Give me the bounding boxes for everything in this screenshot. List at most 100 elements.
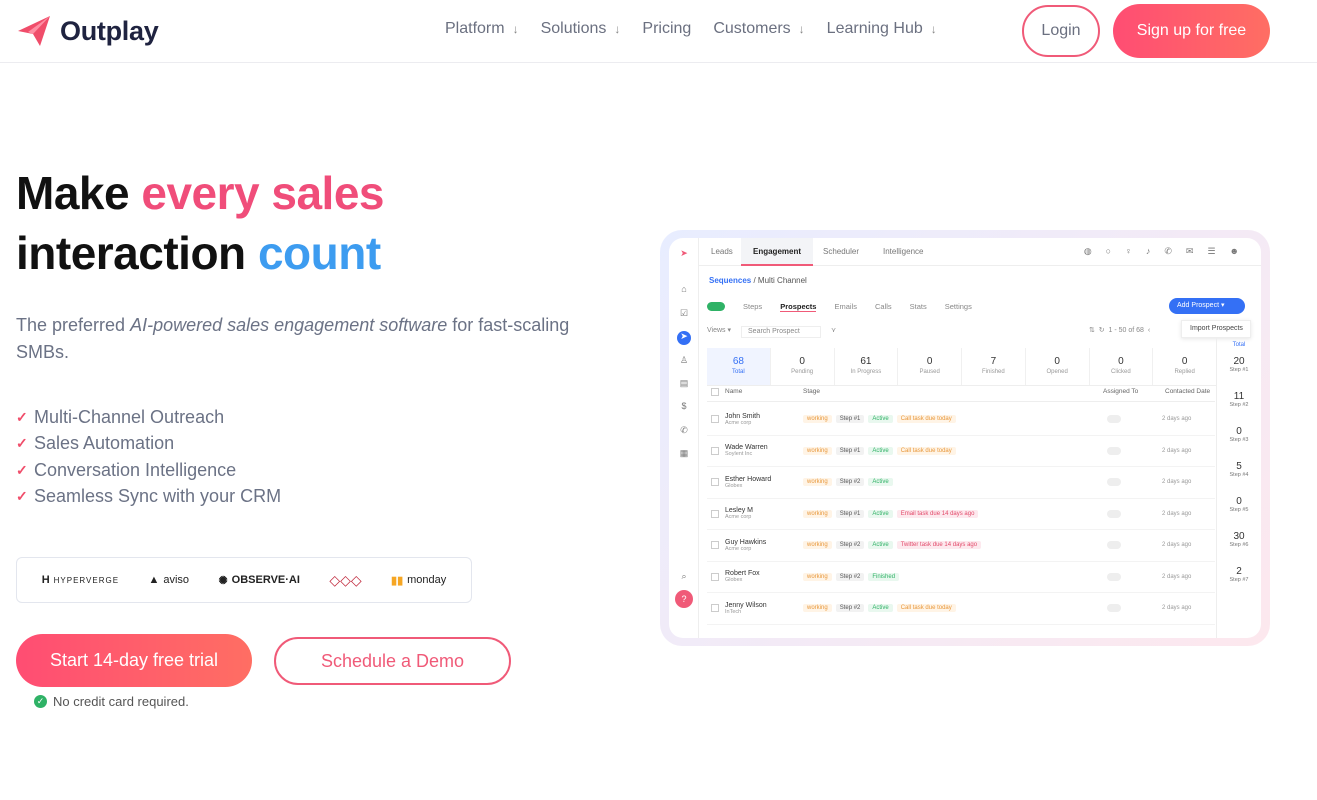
person-icon: ♙ xyxy=(679,355,689,365)
stat-value: 0 xyxy=(1118,356,1124,367)
header-contacted: Contacted Date xyxy=(1165,388,1211,395)
prospect-name: Esther Howard xyxy=(725,475,772,483)
task-tag: Call task due today xyxy=(896,415,956,424)
subtab-emails: Emails xyxy=(834,302,857,311)
nav-platform[interactable]: Platform ↓ xyxy=(445,20,519,38)
stat-label: Total xyxy=(732,369,745,375)
task-tag: Call task due today xyxy=(896,604,956,613)
prospect-company: Acme corp xyxy=(725,545,752,552)
views-dropdown: Views ▾ xyxy=(707,327,732,334)
contacted-date: 2 days ago xyxy=(1162,573,1192,580)
nav-customers[interactable]: Customers ↓ xyxy=(713,20,804,38)
prospect-name: Guy Hawkins xyxy=(725,538,767,546)
stat-finished: 7 Finished xyxy=(962,348,1026,385)
top-nav: Outplay Platform ↓ Solutions ↓ Pricing Cus… xyxy=(0,0,1317,63)
step-label: Step #1 xyxy=(1229,367,1249,373)
add-prospect-label: Add Prospect xyxy=(1177,302,1220,309)
status-tag: Active xyxy=(868,541,893,550)
table-header: Name Stage Assigned To Contacted Date xyxy=(707,388,1215,402)
contacted-date: 2 days ago xyxy=(1162,416,1192,423)
nav-link-label: Platform xyxy=(445,20,505,37)
views-label: Views xyxy=(707,327,726,334)
assignee-avatar xyxy=(1107,572,1121,581)
filter-icon: ⋎ xyxy=(831,327,837,334)
nav-links: Platform ↓ Solutions ↓ Pricing Customers ↓ … xyxy=(445,20,937,38)
table-row: Robert Fox Globex working Step #2 Finished 2 … xyxy=(707,562,1215,593)
prospect-name-cell: John Smith Acme corp xyxy=(725,413,803,426)
status-tag: Active xyxy=(868,478,893,487)
paper-plane-icon xyxy=(18,16,50,46)
stage-tag: working xyxy=(803,446,832,455)
prospect-name: Lesley M xyxy=(725,507,754,515)
prospect-name-cell: Wade Warren Soylent Inc xyxy=(725,444,803,457)
step-count: 30 Step #6 xyxy=(1217,527,1261,562)
row-checkbox xyxy=(711,446,719,455)
nav-solutions[interactable]: Solutions ↓ xyxy=(541,20,621,38)
app-tab-leads: Leads xyxy=(711,247,733,256)
stage-tag: working xyxy=(803,478,832,487)
monday-logo: ▮▮ monday xyxy=(391,574,446,587)
row-checkbox xyxy=(711,604,719,613)
nav-learning-hub[interactable]: Learning Hub ↓ xyxy=(827,20,937,38)
breadcrumb-leaf: Multi Channel xyxy=(757,276,807,285)
prospect-name: John Smith xyxy=(725,412,761,420)
sequences-icon: ➤ xyxy=(677,331,691,345)
login-button[interactable]: Login xyxy=(1022,5,1100,57)
topbar-icons: ◍○♀♪✆✉☰☻ xyxy=(1083,246,1253,256)
nav-pricing[interactable]: Pricing xyxy=(642,20,691,38)
step-value: 0 xyxy=(1236,496,1242,507)
signup-button[interactable]: Sign up for free xyxy=(1113,4,1270,58)
stat-label: Clicked xyxy=(1111,369,1131,375)
schedule-demo-button[interactable]: Schedule a Demo xyxy=(274,637,511,685)
stage-tag: working xyxy=(803,415,832,424)
stat-label: Finished xyxy=(982,369,1005,375)
contacted-date: 2 days ago xyxy=(1162,605,1192,612)
step-count: 0 Step #5 xyxy=(1217,492,1261,527)
app-topbar: Leads Engagement Scheduler Intelligence … xyxy=(699,238,1261,266)
check-icon: ✓ xyxy=(16,435,28,452)
status-tag: Active xyxy=(868,415,893,424)
stat-value: 0 xyxy=(926,356,933,367)
logo-mark: ▮▮ xyxy=(391,574,404,587)
prospect-name: Wade Warren xyxy=(725,444,768,452)
table-row: Lesley M Acme corp working Step #1 Active Ema… xyxy=(707,499,1215,530)
assignee-avatar xyxy=(1107,415,1121,424)
title-highlight: count xyxy=(257,227,381,279)
feature-label: Sales Automation xyxy=(34,433,175,454)
table-row: Wade Warren Soylent Inc working Step #1 Acti… xyxy=(707,436,1215,467)
table-row: Guy Hawkins Acme corp working Step #2 Active… xyxy=(707,530,1215,562)
subtab-prospects: Prospects xyxy=(780,302,817,312)
step-label: Step #4 xyxy=(1229,472,1249,478)
step-label: Step #3 xyxy=(1229,437,1249,443)
row-checkbox xyxy=(711,541,719,550)
logo-mark: ◇◇◇ xyxy=(329,571,362,588)
assignee-avatar xyxy=(1107,478,1121,487)
prospect-company: Globex xyxy=(725,482,743,489)
feature-item: ✓ Conversation Intelligence xyxy=(16,457,281,484)
title-highlight: every sales xyxy=(141,167,384,219)
nav-link-label: Solutions xyxy=(540,20,607,37)
breadcrumb-root: Sequences xyxy=(709,276,752,285)
logo-text: OBSERVE·AI xyxy=(231,574,300,586)
app-screenshot-frame: ➤ ⌂ ☑ ➤ ♙ ▤ $ ✆ ▦ ⌕ ? Leads Engagement S… xyxy=(660,230,1270,646)
phone-icon: ✆ xyxy=(680,425,688,435)
pager-text: 1 - 50 of 68 xyxy=(1108,327,1144,334)
diamond-logo: ◇◇◇ xyxy=(329,572,361,589)
start-trial-button[interactable]: Start 14-day free trial xyxy=(16,634,252,687)
select-all-checkbox xyxy=(711,388,719,396)
assignee-avatar xyxy=(1107,541,1121,550)
contacted-date: 2 days ago xyxy=(1162,510,1192,517)
prospect-name-cell: Jenny Wilson InTech xyxy=(725,602,803,615)
app-tab-intelligence: Intelligence xyxy=(883,247,924,256)
app-tab-scheduler: Scheduler xyxy=(823,247,860,256)
document-icon: ▤ xyxy=(679,378,689,388)
step-value: 20 xyxy=(1233,356,1245,367)
prospect-table: John Smith Acme corp working Step #1 Active C… xyxy=(707,404,1215,625)
home-icon: ⌂ xyxy=(681,284,687,294)
step-count: 2 Step #7 xyxy=(1217,562,1261,597)
brand-logo[interactable]: Outplay xyxy=(16,13,159,49)
stat-paused: 0 Paused xyxy=(898,348,962,385)
app-sidebar: ➤ ⌂ ☑ ➤ ♙ ▤ $ ✆ ▦ ⌕ xyxy=(669,238,699,638)
feature-item: ✓ Seamless Sync with your CRM xyxy=(16,484,281,511)
row-checkbox xyxy=(711,478,719,487)
